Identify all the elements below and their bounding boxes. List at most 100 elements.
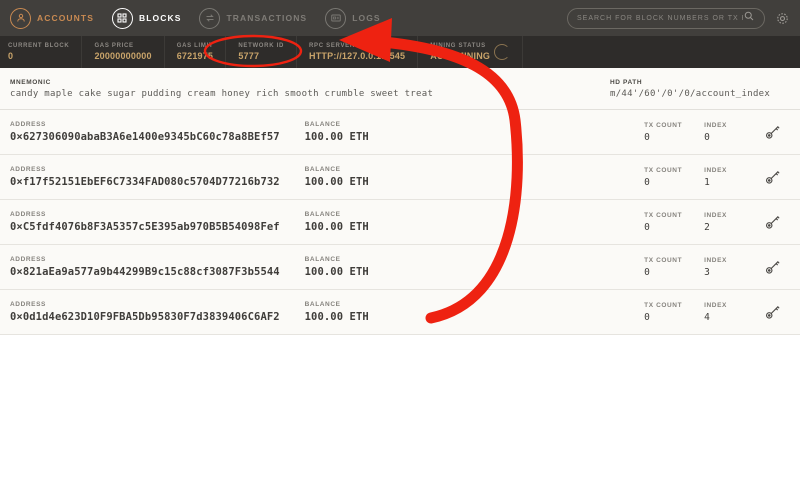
key-icon[interactable] <box>764 123 782 141</box>
status-gas-limit-value: 6721975 <box>176 51 214 61</box>
key-icon[interactable] <box>764 258 782 276</box>
address-value: 0×C5fdf4076b8F3A5357c5E395ab970B5B54098F… <box>10 221 280 233</box>
status-mining-label: MINING STATUS <box>430 43 486 49</box>
account-key-cell <box>764 213 790 231</box>
status-current-block-value: 0 <box>8 51 14 61</box>
index-label: INDEX <box>704 121 727 129</box>
search-icon[interactable] <box>743 9 755 27</box>
tx-count-label: TX COUNT <box>644 301 683 309</box>
status-mining-value: AUTOMINING <box>430 51 491 61</box>
key-icon[interactable] <box>764 303 782 321</box>
account-index-cell: INDEX 0 <box>704 122 764 143</box>
search-input[interactable] <box>577 14 743 22</box>
mining-spinner-icon <box>494 44 511 60</box>
accounts-table: ADDRESS 0×627306090abaB3A6e1400e9345bC60… <box>0 110 800 335</box>
tx-count-value: 0 <box>644 311 650 323</box>
account-balance-cell: BALANCE 100.00 ETH <box>305 301 645 323</box>
account-address-cell: ADDRESS 0×821aEa9a577a9b44299B9c15c88cf3… <box>10 256 305 278</box>
tx-count-value: 0 <box>644 221 650 233</box>
nav-tab-accounts[interactable]: ACCOUNTS <box>10 7 94 29</box>
status-network-id: NETWORK ID 5777 <box>226 36 298 68</box>
index-value: 3 <box>704 266 710 278</box>
key-icon[interactable] <box>764 213 782 231</box>
account-balance-cell: BALANCE 100.00 ETH <box>305 166 645 188</box>
nav-tab-logs[interactable]: LOGS <box>325 7 381 29</box>
hd-path-value: m/44'/60'/0'/0/account_index <box>610 88 771 99</box>
hd-path-label: HD PATH <box>610 78 643 86</box>
search-box[interactable] <box>567 7 765 29</box>
status-gas-price-label: GAS PRICE <box>94 43 134 49</box>
address-value: 0×0d1d4e623D10F9FBA5Db95830F7d3839406C6A… <box>10 311 280 323</box>
mnemonic-section: MNEMONIC candy maple cake sugar pudding … <box>10 79 610 99</box>
nav-tab-blocks[interactable]: BLOCKS <box>111 7 182 29</box>
index-label: INDEX <box>704 256 727 264</box>
address-value: 0×821aEa9a577a9b44299B9c15c88cf3087F3b55… <box>10 266 280 278</box>
index-label: INDEX <box>704 166 727 174</box>
grid-icon <box>111 7 133 29</box>
nav-tab-accounts-label: ACCOUNTS <box>37 13 94 23</box>
account-address-cell: ADDRESS 0×627306090abaB3A6e1400e9345bC60… <box>10 121 305 143</box>
table-row[interactable]: ADDRESS 0×627306090abaB3A6e1400e9345bC60… <box>0 110 800 155</box>
gear-icon[interactable] <box>775 11 790 26</box>
balance-value: 100.00 ETH <box>304 266 369 278</box>
account-index-cell: INDEX 2 <box>704 212 764 233</box>
account-tx-count-cell: TX COUNT 0 <box>644 122 704 143</box>
address-value: 0×627306090abaB3A6e1400e9345bC60c78a8BEf… <box>10 131 280 143</box>
tx-count-label: TX COUNT <box>644 211 683 219</box>
account-tx-count-cell: TX COUNT 0 <box>644 167 704 188</box>
status-gas-price-value: 20000000000 <box>94 51 152 61</box>
logs-icon <box>325 7 347 29</box>
account-index-cell: INDEX 1 <box>704 167 764 188</box>
top-navigation-bar: ACCOUNTS BLOCKS TRANSACTIONS LOGS SEARCH… <box>0 0 800 36</box>
account-address-cell: ADDRESS 0×f17f52151EbEF6C7334FAD080c5704… <box>10 166 305 188</box>
mnemonic-label: MNEMONIC <box>10 78 51 86</box>
status-rpc-server-label: RPC SERVER <box>309 43 355 49</box>
balance-label: BALANCE <box>304 166 341 173</box>
status-gas-limit-label: GAS LIMIT <box>176 43 214 49</box>
table-row[interactable]: ADDRESS 0×821aEa9a577a9b44299B9c15c88cf3… <box>0 245 800 290</box>
table-row[interactable]: ADDRESS 0×C5fdf4076b8F3A5357c5E395ab970B… <box>0 200 800 245</box>
balance-value: 100.00 ETH <box>304 176 369 188</box>
address-label: ADDRESS <box>10 256 46 263</box>
account-balance-cell: BALANCE 100.00 ETH <box>305 121 645 143</box>
key-icon[interactable] <box>764 168 782 186</box>
user-icon <box>10 7 31 29</box>
mnemonic-value: candy maple cake sugar pudding cream hon… <box>10 88 434 99</box>
status-bar-spacer <box>522 36 800 68</box>
tx-count-value: 0 <box>644 266 650 278</box>
account-key-cell <box>764 168 790 186</box>
address-value: 0×f17f52151EbEF6C7334FAD080c5704D77216b7… <box>10 176 280 188</box>
index-label: INDEX <box>704 211 727 219</box>
account-index-cell: INDEX 4 <box>704 302 764 323</box>
status-gas-price: GAS PRICE 20000000000 <box>82 36 165 68</box>
account-tx-count-cell: TX COUNT 0 <box>644 212 704 233</box>
nav-tab-logs-label: LOGS <box>352 13 381 23</box>
address-label: ADDRESS <box>10 211 46 218</box>
account-index-cell: INDEX 3 <box>704 257 764 278</box>
balance-value: 100.00 ETH <box>304 131 369 143</box>
ganache-app-window: ACCOUNTS BLOCKS TRANSACTIONS LOGS SEARCH… <box>0 0 800 500</box>
account-key-cell <box>764 258 790 276</box>
nav-tab-transactions[interactable]: TRANSACTIONS <box>199 7 308 29</box>
status-bar: CURRENT BLOCK 0 GAS PRICE 20000000000 GA… <box>0 36 800 68</box>
address-label: ADDRESS <box>10 301 46 308</box>
tx-count-value: 0 <box>644 131 650 143</box>
status-network-id-label: NETWORK ID <box>238 43 285 49</box>
mnemonic-bar: MNEMONIC candy maple cake sugar pudding … <box>0 68 800 110</box>
account-tx-count-cell: TX COUNT 0 <box>644 302 704 323</box>
nav-tab-transactions-label: TRANSACTIONS <box>226 13 308 23</box>
status-mining: MINING STATUS AUTOMINING <box>418 36 522 68</box>
account-balance-cell: BALANCE 100.00 ETH <box>305 211 645 233</box>
status-network-id-value: 5777 <box>238 51 260 61</box>
status-rpc-server: RPC SERVER HTTP://127.0.0.1:7545 <box>297 36 419 68</box>
table-row[interactable]: ADDRESS 0×f17f52151EbEF6C7334FAD080c5704… <box>0 155 800 200</box>
account-tx-count-cell: TX COUNT 0 <box>644 257 704 278</box>
index-value: 1 <box>704 176 710 188</box>
index-value: 4 <box>704 311 710 323</box>
status-gas-limit: GAS LIMIT 6721975 <box>165 36 227 68</box>
account-key-cell <box>764 303 790 321</box>
status-current-block: CURRENT BLOCK 0 <box>0 36 83 68</box>
balance-value: 100.00 ETH <box>304 221 369 233</box>
table-row[interactable]: ADDRESS 0×0d1d4e623D10F9FBA5Db95830F7d38… <box>0 290 800 335</box>
account-address-cell: ADDRESS 0×C5fdf4076b8F3A5357c5E395ab970B… <box>10 211 305 233</box>
